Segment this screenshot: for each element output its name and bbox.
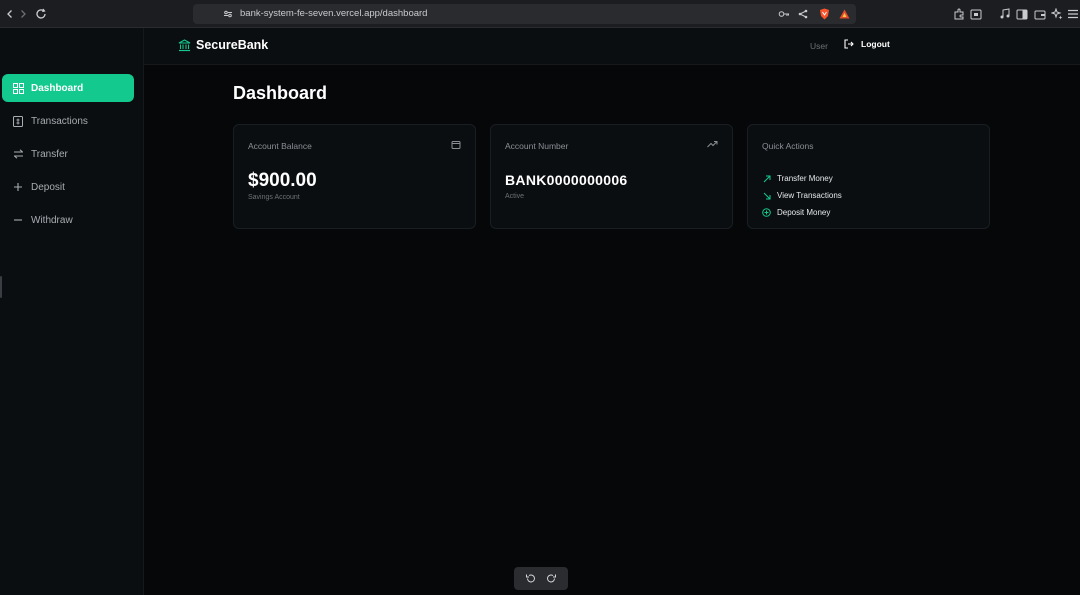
logout-button[interactable]: Logout (844, 39, 890, 49)
sidebar: Dashboard Transactions Transfer Deposit … (0, 28, 144, 595)
card-title: Quick Actions (762, 141, 814, 151)
quick-action-label: View Transactions (777, 191, 842, 200)
app-header: SecureBank User Logout (144, 28, 1080, 65)
key-icon[interactable] (777, 7, 791, 21)
arrow-up-right-icon (762, 174, 771, 183)
quick-actions-card: Quick Actions Transfer Money View Transa… (747, 124, 990, 229)
browser-toolbar: bank-system-fe-seven.vercel.app/dashboar… (0, 0, 1080, 28)
sidebar-item-label: Withdraw (31, 214, 73, 226)
wallet-icon (451, 140, 461, 150)
plus-icon (12, 181, 24, 193)
leo-ai-icon[interactable] (1050, 7, 1064, 21)
address-bar[interactable]: bank-system-fe-seven.vercel.app/dashboar… (193, 4, 856, 24)
quick-action-label: Deposit Money (777, 208, 831, 217)
sidebar-item-dashboard[interactable]: Dashboard (2, 74, 134, 102)
undo-icon[interactable] (525, 573, 537, 585)
card-title: Account Balance (248, 141, 312, 151)
transfer-money-link[interactable]: Transfer Money (762, 170, 842, 187)
card-title: Account Number (505, 141, 569, 151)
page-title: Dashboard (233, 83, 328, 103)
sidebar-item-transfer[interactable]: Transfer (2, 140, 134, 168)
account-balance-card: Account Balance $900.00 Savings Account (233, 124, 476, 229)
brand-logo[interactable]: SecureBank (178, 38, 268, 52)
share-icon[interactable] (796, 7, 810, 21)
dashboard-icon (12, 82, 24, 94)
site-settings-icon[interactable] (221, 7, 235, 21)
balance-value: $900.00 (248, 170, 317, 191)
arrow-down-right-icon (762, 191, 771, 200)
sidebar-item-label: Transactions (31, 115, 88, 127)
forward-icon[interactable] (15, 6, 31, 22)
view-transactions-link[interactable]: View Transactions (762, 187, 842, 204)
url-text: bank-system-fe-seven.vercel.app/dashboar… (240, 8, 428, 19)
extensions-icon[interactable] (952, 7, 966, 21)
wallet-browser-icon[interactable] (1033, 7, 1047, 21)
media-icon[interactable] (998, 7, 1012, 21)
sidebar-toggle-icon[interactable] (1015, 7, 1029, 21)
account-type: Savings Account (248, 194, 300, 201)
reload-icon[interactable] (33, 6, 49, 22)
arrows-icon (12, 148, 24, 160)
sidebar-item-label: Dashboard (31, 82, 84, 94)
history-toolbar (514, 567, 568, 590)
sidebar-item-transactions[interactable]: Transactions (2, 107, 134, 135)
logout-icon (844, 39, 854, 49)
trending-up-icon (707, 140, 718, 148)
user-label: User (810, 41, 828, 51)
logout-label: Logout (861, 39, 890, 49)
brave-rewards-icon[interactable] (837, 7, 851, 21)
screenshot-icon[interactable] (969, 7, 983, 21)
receipt-icon (12, 115, 24, 127)
sidebar-item-label: Deposit (31, 181, 65, 193)
minus-icon (12, 214, 24, 226)
sidebar-resize-handle[interactable] (0, 276, 2, 298)
quick-action-label: Transfer Money (777, 174, 833, 183)
menu-icon[interactable] (1066, 7, 1080, 21)
sidebar-item-withdraw[interactable]: Withdraw (2, 206, 134, 234)
deposit-money-link[interactable]: Deposit Money (762, 204, 842, 221)
account-status: Active (505, 193, 525, 200)
brand-name: SecureBank (196, 38, 269, 52)
sidebar-item-deposit[interactable]: Deposit (2, 173, 134, 201)
sidebar-item-label: Transfer (31, 148, 68, 160)
plus-circle-icon (762, 208, 771, 217)
account-number-value: BANK0000000006 (505, 172, 628, 188)
redo-icon[interactable] (546, 573, 558, 585)
account-number-card: Account Number BANK0000000006 Active (490, 124, 733, 229)
bank-icon (178, 38, 191, 52)
quick-actions-list: Transfer Money View Transactions Deposit… (762, 170, 842, 221)
brave-shield-icon[interactable] (817, 7, 831, 21)
